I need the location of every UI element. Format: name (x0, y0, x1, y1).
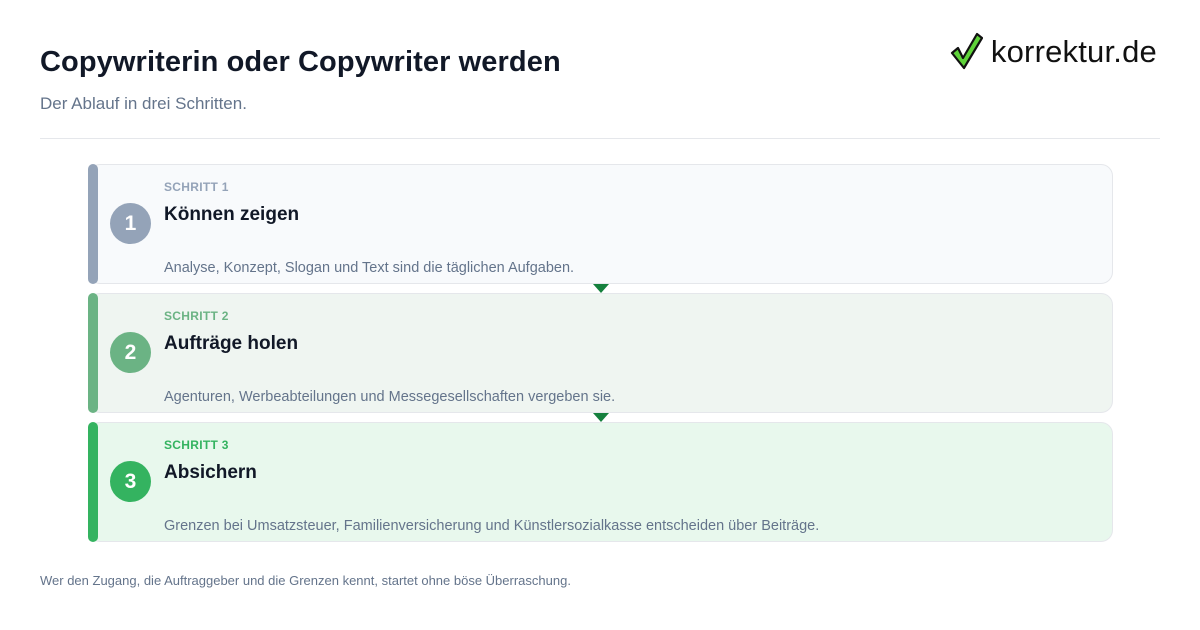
step-1: 1 SCHRITT 1 Können zeigen Analyse, Konze… (88, 164, 1113, 293)
step-description: Analyse, Konzept, Slogan und Text sind d… (164, 260, 575, 276)
footer-note: Wer den Zugang, die Auftraggeber und die… (40, 573, 571, 588)
checkmark-icon (950, 32, 983, 70)
step-eyebrow: SCHRITT 2 (164, 309, 229, 323)
down-arrow-icon (593, 413, 609, 422)
step-accent-bar (88, 164, 98, 284)
step-2: 2 SCHRITT 2 Aufträge holen Agenturen, We… (88, 293, 1113, 422)
logo-text: korrektur.de (990, 33, 1157, 69)
step-number-badge: 1 (110, 203, 151, 244)
step-description: Grenzen bei Umsatzsteuer, Familienversic… (164, 518, 820, 534)
page-title: Copywriterin oder Copywriter werden (40, 46, 561, 78)
step-eyebrow: SCHRITT 3 (164, 438, 229, 452)
step-accent-bar (88, 293, 98, 413)
logo[interactable]: korrektur.de (949, 30, 1157, 72)
down-arrow-icon (593, 284, 609, 293)
step-title: Können zeigen (164, 204, 300, 225)
step-title: Absichern (164, 462, 257, 483)
step-accent-bar (88, 422, 98, 542)
step-3: 3 SCHRITT 3 Absichern Grenzen bei Umsatz… (88, 422, 1113, 542)
step-title: Aufträge holen (164, 333, 299, 354)
step-number-badge: 3 (110, 461, 151, 502)
step-description: Agenturen, Werbeabteilungen und Messeges… (164, 389, 616, 405)
page-subtitle: Der Ablauf in drei Schritten. (40, 94, 247, 113)
step-eyebrow: SCHRITT 1 (164, 180, 229, 194)
step-number-badge: 2 (110, 332, 151, 373)
